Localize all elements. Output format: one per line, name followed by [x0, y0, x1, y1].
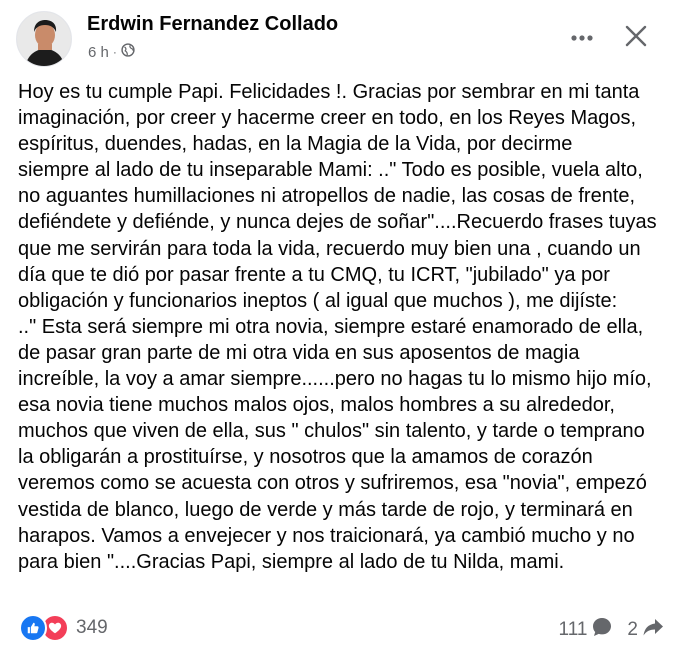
close-button[interactable] [618, 20, 654, 56]
share-count: 2 [627, 619, 638, 640]
reaction-count: 349 [76, 617, 108, 638]
globe-icon [121, 43, 135, 61]
comment-count: 111 [558, 619, 588, 640]
more-horizontal-icon [570, 29, 594, 47]
meta-separator: · [112, 45, 117, 59]
close-icon [625, 25, 647, 52]
engagement-stats: 111 2 [559, 616, 664, 644]
author-avatar[interactable] [16, 11, 72, 67]
author-name[interactable]: Erdwin Fernandez Collado [87, 13, 338, 36]
comment-icon [591, 616, 613, 644]
like-icon [19, 614, 47, 642]
reactions-summary[interactable]: 349 [19, 614, 108, 642]
post-time[interactable]: 6 h [88, 44, 109, 61]
post-body-text: Hoy es tu cumple Papi. Felicidades !. Gr… [18, 81, 657, 573]
post-meta: 6 h · [88, 43, 135, 61]
share-icon [642, 616, 664, 644]
more-options-button[interactable] [562, 20, 602, 56]
post-header: Erdwin Fernandez Collado 6 h · [16, 11, 664, 67]
shares-stat[interactable]: 2 [627, 616, 664, 644]
post-footer: 349 111 2 [19, 612, 664, 644]
comments-stat[interactable]: 111 [559, 616, 614, 644]
